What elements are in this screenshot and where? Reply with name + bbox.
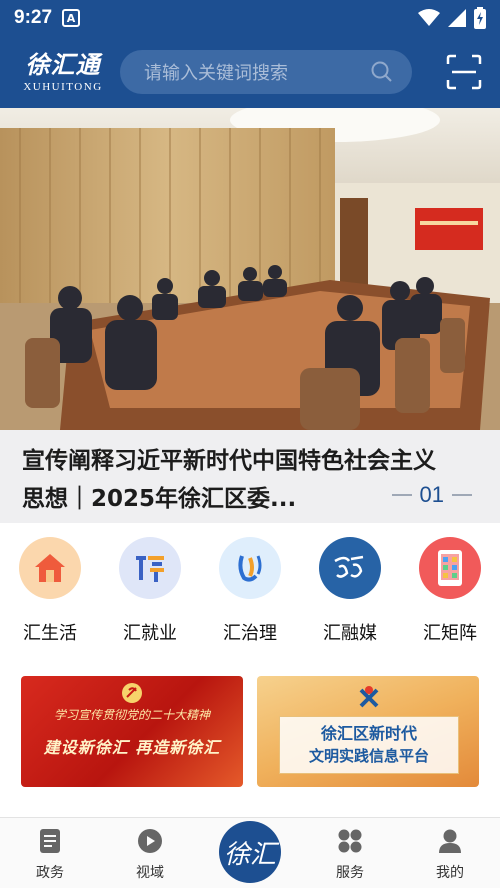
home-logo-button[interactable]: 徐汇: [219, 821, 281, 883]
nav-item-profile[interactable]: 我的: [400, 818, 500, 888]
brand-logo: 徐汇通 XUHUITONG: [18, 50, 108, 94]
nav-item-home[interactable]: 徐汇: [200, 818, 300, 888]
banner-left-line1: 学习宣传贯彻党的二十大精神: [53, 708, 210, 722]
brand-name-en: XUHUITONG: [23, 81, 103, 93]
job-icon: [119, 537, 181, 599]
hero-title-line1: 宣传阐释习近平新时代中国特色社会主义: [22, 448, 436, 474]
status-time: 9:27: [14, 7, 53, 28]
scan-icon[interactable]: [446, 54, 482, 90]
carousel-indicator: 01: [391, 482, 472, 508]
quick-link-label: 汇矩阵: [423, 623, 477, 644]
signal-icon: [448, 9, 466, 27]
nav-item-services[interactable]: 服务: [300, 818, 400, 888]
search-placeholder: 请输入关键词搜索: [144, 63, 288, 84]
banner-civilization-platform[interactable]: 徐汇区新时代 文明实践信息平台: [257, 676, 479, 787]
banner-right-line1: 徐汇区新时代: [320, 724, 417, 743]
banner-area: 学习宣传贯彻党的二十大精神 建设新徐汇 再造新徐汇 徐汇区新时代 文明实践信息平…: [0, 645, 500, 817]
play-icon: [138, 829, 162, 853]
quick-link-media[interactable]: 汇融媒: [300, 523, 400, 645]
grid-icon: [338, 829, 362, 853]
nav-item-video[interactable]: 视域: [100, 818, 200, 888]
phone-matrix-icon: [419, 537, 481, 599]
civilization-logo-icon: [359, 686, 379, 708]
user-icon: [439, 829, 461, 853]
banner-party-congress[interactable]: 学习宣传贯彻党的二十大精神 建设新徐汇 再造新徐汇: [21, 676, 243, 787]
quick-link-governance[interactable]: 汇治理: [200, 523, 300, 645]
governance-icon: [219, 537, 281, 599]
quick-link-label: 汇融媒: [323, 623, 377, 644]
quick-link-life[interactable]: 汇生活: [0, 523, 100, 645]
hero-image: [0, 108, 500, 430]
hero-caption[interactable]: 宣传阐释习近平新时代中国特色社会主义 思想｜2025年徐汇区委... 01: [0, 430, 500, 523]
banner-right-textbox: 徐汇区新时代 文明实践信息平台: [279, 716, 459, 774]
nav-label: 视域: [136, 865, 164, 881]
house-icon: [19, 537, 81, 599]
app-header: 徐汇通 XUHUITONG 请输入关键词搜索: [0, 36, 500, 108]
status-indicators: [418, 7, 486, 29]
quick-link-label: 汇生活: [23, 623, 77, 644]
nav-label: 我的: [436, 865, 464, 881]
banner-left-line2: 建设新徐汇 再造新徐汇: [43, 738, 221, 757]
search-input[interactable]: 请输入关键词搜索: [120, 50, 412, 94]
brand-name-cn: 徐汇通: [25, 50, 101, 79]
nav-item-government[interactable]: 政务: [0, 818, 100, 888]
wifi-icon: [418, 9, 440, 26]
hero-carousel[interactable]: [0, 108, 500, 430]
search-icon[interactable]: [370, 60, 394, 84]
status-bar: 9:27 A: [0, 0, 500, 36]
quick-link-matrix[interactable]: 汇矩阵: [400, 523, 500, 645]
notification-icon: A: [62, 9, 81, 27]
hero-title-line2: 思想｜2025年徐汇区委...: [22, 486, 297, 512]
battery-icon: [474, 7, 486, 29]
quick-link-label: 汇就业: [123, 623, 177, 644]
carousel-index: 01: [419, 482, 444, 507]
media-icon: [319, 537, 381, 599]
quick-link-employment[interactable]: 汇就业: [100, 523, 200, 645]
document-icon: [40, 829, 60, 853]
banner-right-line2: 文明实践信息平台: [308, 747, 429, 765]
nav-label: 服务: [336, 865, 364, 881]
party-emblem-icon: [122, 683, 142, 703]
nav-label: 政务: [36, 865, 64, 881]
quick-links: 汇生活 汇就业 汇治理 汇融媒 汇矩阵: [0, 523, 500, 645]
quick-link-label: 汇治理: [223, 623, 277, 644]
bottom-nav: 政务 视域 徐汇 服务 我的: [0, 817, 500, 888]
